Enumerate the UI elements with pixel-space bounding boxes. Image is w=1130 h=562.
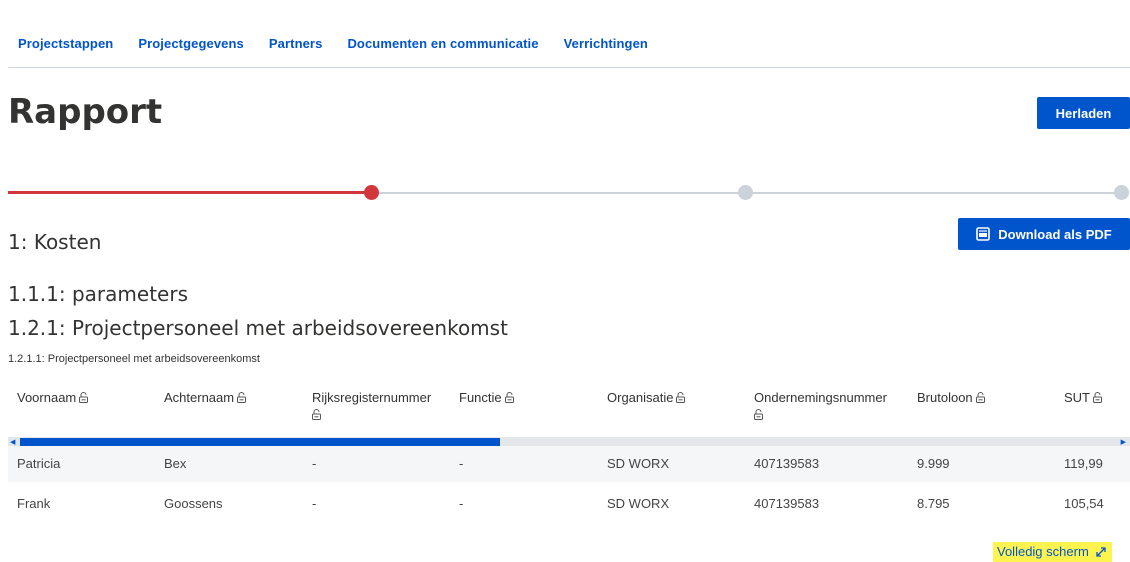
unlocked-padlock-icon: [79, 392, 89, 403]
header-ondernemingsnummer-label: Ondernemingsnummer: [754, 390, 887, 405]
nav-projectstappen[interactable]: Projectstappen: [18, 36, 113, 51]
header-organisatie[interactable]: Organisatie: [607, 389, 686, 406]
unlocked-padlock-icon: [237, 392, 247, 403]
nav-documenten[interactable]: Documenten en communicatie: [347, 36, 538, 51]
header-voornaam[interactable]: Voornaam: [17, 389, 89, 406]
clipped-project-title: ▁▁ ▁ ▁ ▁▁▁▁ ▁ ▁: [185, 0, 485, 10]
cell-achternaam: Bex: [164, 456, 187, 471]
header-achternaam-label: Achternaam: [164, 390, 235, 405]
section-parameters-heading: 1.1.1: parameters: [8, 282, 188, 306]
cell-sut: 119,99: [1064, 456, 1103, 471]
unlocked-padlock-icon: [1093, 392, 1102, 403]
header-organisatie-label: Organisatie: [607, 390, 674, 405]
unlocked-padlock-icon: [312, 409, 321, 420]
nav-divider: [8, 67, 1130, 68]
cell-rijksregister: -: [312, 456, 317, 471]
header-sut[interactable]: SUT: [1064, 389, 1102, 406]
header-rijksregisternummer[interactable]: Rijksregisternummer: [312, 389, 431, 423]
progress-step-3[interactable]: [1114, 185, 1129, 200]
table-caption: 1.2.1.1: Projectpersoneel met arbeidsove…: [8, 353, 260, 365]
cell-ondernemingsnummer: 407139583: [754, 496, 820, 511]
section-kosten-heading: 1: Kosten: [8, 230, 102, 254]
reload-button[interactable]: Herladen: [1037, 97, 1130, 129]
cell-functie: -: [459, 456, 464, 471]
header-brutoloon-label: Brutoloon: [917, 390, 973, 405]
header-voornaam-label: Voornaam: [17, 390, 77, 405]
progress-completed-line: [8, 191, 371, 194]
nav-projectgegevens[interactable]: Projectgegevens: [138, 36, 244, 51]
cell-functie: -: [459, 496, 464, 511]
header-sut-label: SUT: [1064, 390, 1090, 405]
nav-verrichtingen[interactable]: Verrichtingen: [564, 36, 648, 51]
expand-arrows-icon: [1096, 547, 1106, 557]
cell-sut: 105,54: [1064, 496, 1104, 511]
unlocked-padlock-icon: [504, 392, 514, 403]
cell-organisatie: SD WORX: [607, 456, 670, 471]
download-pdf-label: Download als PDF: [998, 226, 1112, 242]
nav-partners[interactable]: Partners: [269, 36, 323, 51]
progress-step-2[interactable]: [738, 185, 753, 200]
horizontal-scrollbar-thumb[interactable]: [20, 438, 500, 446]
unlocked-padlock-icon: [754, 409, 763, 420]
header-functie-label: Functie: [459, 390, 502, 405]
cell-rijksregister: -: [312, 496, 317, 511]
header-rijksregister-label: Rijksregisternummer: [312, 390, 432, 405]
unlocked-padlock-icon: [676, 392, 686, 403]
header-functie[interactable]: Functie: [459, 389, 514, 406]
header-ondernemingsnummer[interactable]: Ondernemingsnummer: [754, 389, 887, 423]
download-pdf-button[interactable]: Download als PDF: [958, 218, 1130, 250]
cell-organisatie: SD WORX: [607, 496, 670, 511]
unlocked-padlock-icon: [975, 392, 985, 403]
reload-button-label: Herladen: [1055, 105, 1112, 121]
project-nav: Projectstappen Projectgegevens Partners …: [18, 36, 648, 51]
header-achternaam[interactable]: Achternaam: [164, 389, 247, 406]
page-title: Rapport: [8, 92, 163, 132]
fullscreen-label: Volledig scherm: [997, 544, 1089, 559]
cell-voornaam: Frank: [17, 496, 51, 511]
cell-brutoloon: 9.999: [917, 456, 950, 471]
fullscreen-link[interactable]: Volledig scherm: [993, 542, 1112, 562]
cell-brutoloon: 8.795: [917, 496, 950, 511]
cell-ondernemingsnummer: 407139583: [754, 456, 820, 471]
progress-step-1-active[interactable]: [364, 185, 379, 200]
header-brutoloon[interactable]: Brutoloon: [917, 389, 985, 406]
cell-achternaam: Goossens: [164, 496, 223, 511]
section-personeel-heading: 1.2.1: Projectpersoneel met arbeidsovere…: [8, 316, 508, 340]
pdf-file-icon: [976, 227, 991, 241]
cell-voornaam: Patricia: [17, 456, 61, 471]
